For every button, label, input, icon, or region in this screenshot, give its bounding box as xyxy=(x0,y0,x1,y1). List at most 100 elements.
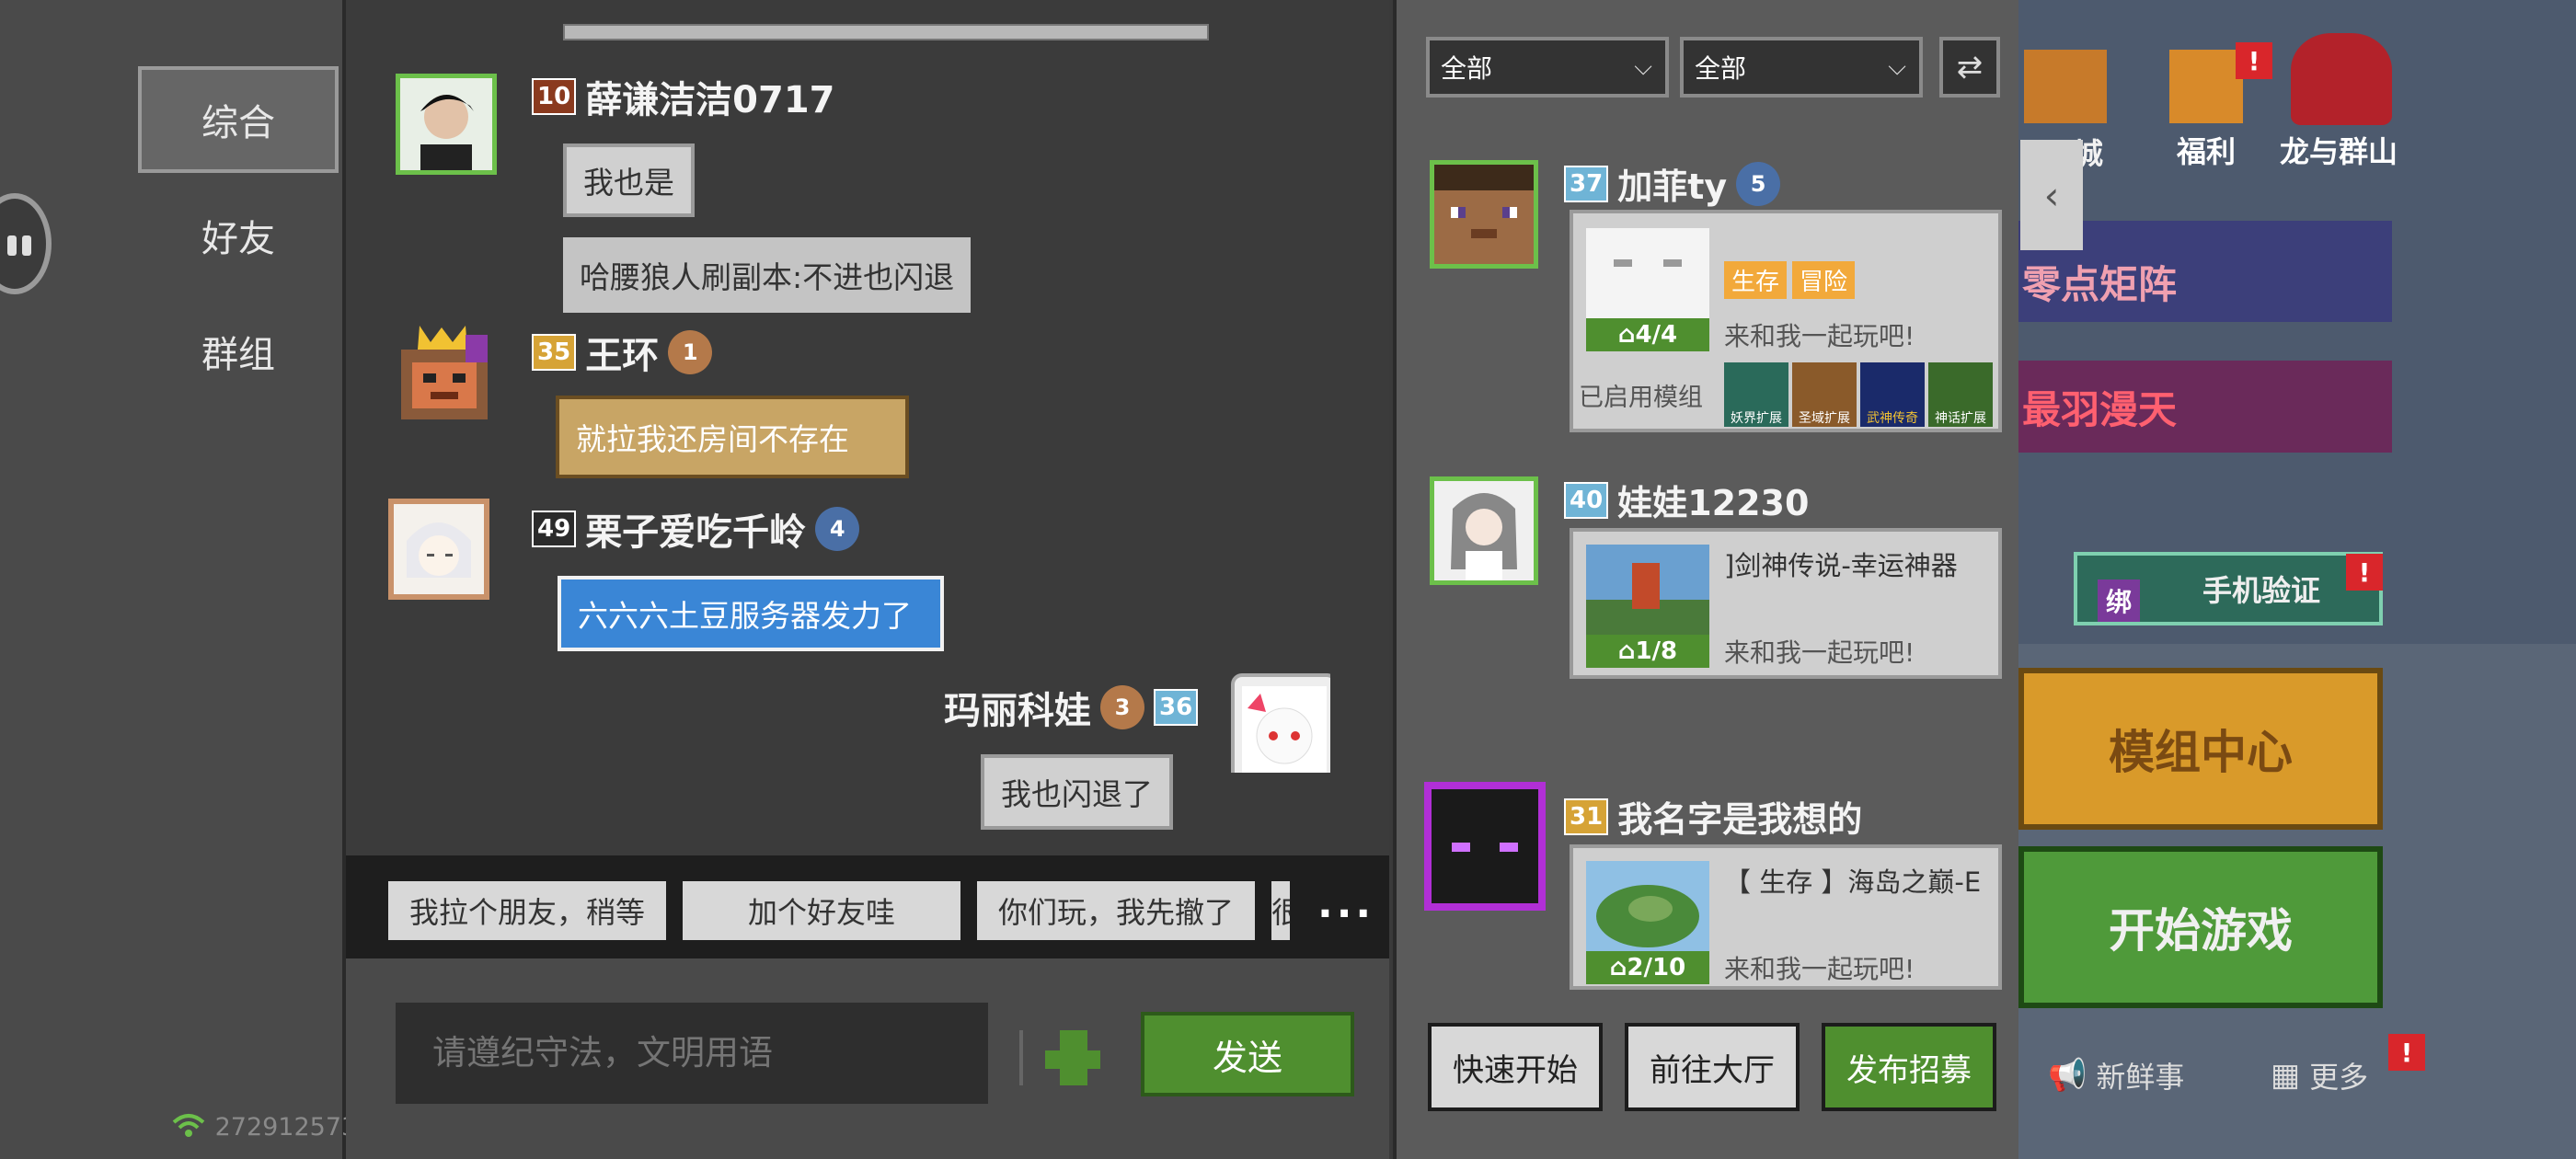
room-host-name-text: 加菲ty xyxy=(1617,166,1728,207)
send-button[interactable]: 发送 xyxy=(1141,1012,1354,1096)
refresh-icon: ⇄ xyxy=(1956,49,1984,86)
chevron-down-icon: ⌵ xyxy=(1888,53,1906,81)
message-bubble[interactable]: 我也闪退了 xyxy=(981,754,1173,830)
room-thumbnail: ⌂ 4/4 xyxy=(1586,228,1709,351)
room-thumbnail: ⌂ 1/8 xyxy=(1586,545,1709,668)
mod-name: 圣域扩展 xyxy=(1799,411,1850,426)
chevron-left-icon: ‹ xyxy=(2043,172,2060,218)
avatar[interactable] xyxy=(1229,671,1330,773)
mod-thumbnail[interactable]: 妖界扩展 xyxy=(1724,362,1788,427)
avatar[interactable] xyxy=(396,74,497,175)
filter-dropdown[interactable]: 全部 ⌵ xyxy=(1426,37,1669,98)
quick-reply-text: 很 xyxy=(1271,895,1290,930)
message-bubble[interactable]: 哈腰狼人刷副本:不进也闪退 xyxy=(563,237,972,313)
dragon-icon[interactable] xyxy=(2291,33,2392,125)
chat-scrollbar[interactable] xyxy=(563,24,1209,40)
room-subtitle: 来和我一起玩吧! xyxy=(1724,637,1915,668)
tab-groups-label: 群组 xyxy=(201,334,275,376)
shop-building-icon xyxy=(2024,50,2107,123)
sender-name-text: 王环 xyxy=(585,335,660,377)
room-card[interactable]: ⌂ 2/10 【 生存 】海岛之巅-E 来和我一起玩吧! xyxy=(1570,844,2002,990)
quick-reply-button[interactable]: 很 xyxy=(1271,881,1290,940)
wifi-icon xyxy=(172,1114,205,1137)
player-count: ⌂ 4/4 xyxy=(1586,318,1709,351)
quick-reply-button[interactable]: 加个好友哇 xyxy=(683,881,960,940)
quick-reply-button[interactable]: 你们玩，我先撤了 xyxy=(977,881,1255,940)
quick-start-label: 快速开始 xyxy=(1453,1051,1578,1089)
message-text: 我也是 xyxy=(583,165,674,201)
publish-recruit-label: 发布招募 xyxy=(1846,1051,1972,1089)
room-subtitle: 来和我一起玩吧! xyxy=(1724,954,1915,984)
quick-reply-text: 加个好友哇 xyxy=(747,895,895,930)
quick-reply-button[interactable]: 我拉个朋友，稍等 xyxy=(388,881,666,940)
room-title: ]剑神传说-幸运神器 xyxy=(1724,550,1958,581)
level-badge: 35 xyxy=(532,334,577,371)
event-banner[interactable]: 零点矩阵 xyxy=(2022,254,2177,310)
dragon-mountain-label: 龙与群山 xyxy=(2280,134,2398,169)
level-badge: 36 xyxy=(1154,689,1199,726)
quick-reply-text: 你们玩，我先撤了 xyxy=(997,895,1234,930)
collapse-panel-button[interactable]: ‹ xyxy=(2020,140,2083,250)
level-badge: 31 xyxy=(1564,798,1609,835)
message-text: 六六六土豆服务器发力了 xyxy=(578,598,912,634)
alert-icon: ! xyxy=(2346,554,2383,591)
room-subtitle: 来和我一起玩吧! xyxy=(1724,321,1915,351)
sender-name: 玛丽科娃 3 36 xyxy=(944,681,1199,734)
avatar[interactable] xyxy=(394,322,495,423)
rank-badge-icon: 1 xyxy=(668,330,713,374)
level-badge: 49 xyxy=(532,511,577,547)
player-count-text: 4/4 xyxy=(1635,321,1678,349)
phone-verify-label: 手机验证 xyxy=(2202,573,2320,608)
mod-center-button[interactable]: 模组中心 xyxy=(2018,668,2383,830)
news-label: 新鲜事 xyxy=(2096,1060,2185,1095)
tab-groups[interactable]: 群组 xyxy=(138,298,339,405)
quick-start-button[interactable]: 快速开始 xyxy=(1428,1023,1603,1111)
rank-badge-icon: 4 xyxy=(815,507,860,551)
avatar[interactable] xyxy=(388,499,489,600)
publish-recruit-button[interactable]: 发布招募 xyxy=(1822,1023,1996,1111)
filter-dropdown[interactable]: 全部 ⌵ xyxy=(1680,37,1923,98)
go-lobby-button[interactable]: 前往大厅 xyxy=(1625,1023,1800,1111)
message-bubble[interactable]: 就拉我还房间不存在 xyxy=(556,396,909,478)
message-bubble[interactable]: 六六六土豆服务器发力了 xyxy=(558,576,944,651)
more-button[interactable]: ▦ 更多 xyxy=(2271,1054,2368,1096)
avatar[interactable] xyxy=(1424,782,1546,911)
tab-general[interactable]: 综合 xyxy=(138,66,339,173)
filter-dropdown-value: 全部 xyxy=(1695,53,1747,84)
tab-friends[interactable]: 好友 xyxy=(138,182,339,289)
mod-name: 武神传奇 xyxy=(1867,411,1918,426)
start-game-button[interactable]: 开始游戏 xyxy=(2018,846,2383,1008)
mod-thumbnail[interactable]: 神话扩展 xyxy=(1928,362,1993,427)
sender-name: 35 王环 1 xyxy=(532,326,713,379)
welfare-label: 福利 xyxy=(2177,134,2237,169)
room-card[interactable]: ⌂ 4/4 生存 冒险 来和我一起玩吧! 已启用模组 妖界扩展 圣域扩展 武神传奇… xyxy=(1570,210,2002,432)
divider xyxy=(1019,1030,1023,1085)
tab-general-label: 综合 xyxy=(201,102,275,144)
room-card[interactable]: ⌂ 1/8 ]剑神传说-幸运神器 来和我一起玩吧! xyxy=(1570,528,2002,679)
mod-thumbnail[interactable]: 武神传奇 xyxy=(1860,362,1925,427)
player-count-text: 1/8 xyxy=(1635,637,1678,665)
chevron-down-icon: ⌵ xyxy=(1634,53,1652,81)
message-bubble[interactable]: 我也是 xyxy=(563,143,695,217)
event-banner[interactable]: 最羽漫天 xyxy=(2022,379,2177,435)
room-host-name: 37 加菲ty 5 xyxy=(1564,158,1781,209)
room-title: 【 生存 】海岛之巅-E xyxy=(1724,866,1982,898)
mod-thumbnail[interactable]: 圣域扩展 xyxy=(1792,362,1857,427)
refresh-button[interactable]: ⇄ xyxy=(1939,37,2000,98)
player-count: ⌂ 2/10 xyxy=(1586,951,1709,984)
news-button[interactable]: 📢 新鲜事 xyxy=(2048,1054,2184,1096)
more-label: 更多 xyxy=(2309,1060,2369,1095)
emoji-plugin-icon[interactable] xyxy=(1041,1027,1104,1091)
uid-label: 2729125739 xyxy=(170,1113,373,1142)
gift-icon[interactable] xyxy=(2169,50,2243,123)
chat-input[interactable] xyxy=(396,1003,988,1104)
more-quick-replies-button[interactable]: ··· xyxy=(1317,890,1374,937)
sender-name: 10 薛谦洁洁0717 xyxy=(532,70,835,123)
sender-name: 49 栗子爱吃千岭 4 xyxy=(532,502,860,556)
tag-adventure: 冒险 xyxy=(1792,261,1856,299)
player-count: ⌂ 1/8 xyxy=(1586,635,1709,668)
avatar[interactable] xyxy=(1430,160,1538,269)
avatar[interactable] xyxy=(1430,476,1538,585)
alert-text: ! xyxy=(2358,557,2371,588)
sender-name-text: 玛丽科娃 xyxy=(944,690,1091,732)
